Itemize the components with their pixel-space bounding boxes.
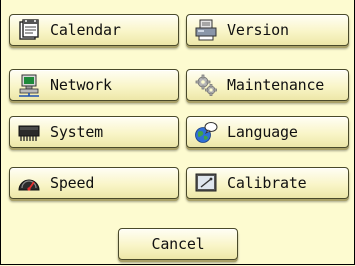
gears-icon xyxy=(193,72,219,98)
calendar-label: Calendar xyxy=(50,21,121,39)
maintenance-button[interactable]: Maintenance xyxy=(186,69,349,101)
cancel-label: Cancel xyxy=(151,235,205,253)
system-label: System xyxy=(50,123,103,141)
network-computer-icon xyxy=(16,72,42,98)
network-button[interactable]: Network xyxy=(9,69,179,101)
calendar-button[interactable]: Calendar xyxy=(9,14,179,46)
calibrate-label: Calibrate xyxy=(227,174,307,192)
speed-button[interactable]: Speed xyxy=(9,167,179,199)
globe-speech-icon xyxy=(193,119,219,145)
printer-version-icon xyxy=(193,17,219,43)
speedometer-icon xyxy=(16,170,42,196)
calendar-icon xyxy=(16,17,42,43)
speed-label: Speed xyxy=(50,174,95,192)
screen-calibrate-icon xyxy=(193,170,219,196)
maintenance-label: Maintenance xyxy=(227,76,325,94)
system-button[interactable]: System xyxy=(9,116,179,148)
language-label: Language xyxy=(227,123,298,141)
version-label: Version xyxy=(227,21,289,39)
calibrate-button[interactable]: Calibrate xyxy=(186,167,349,199)
cancel-button[interactable]: Cancel xyxy=(118,228,238,260)
network-label: Network xyxy=(50,76,112,94)
language-button[interactable]: Language xyxy=(186,116,349,148)
chip-icon xyxy=(16,119,42,145)
version-button[interactable]: Version xyxy=(186,14,349,46)
settings-menu-panel: Calendar Version Network Maintenance Sys… xyxy=(0,0,355,265)
